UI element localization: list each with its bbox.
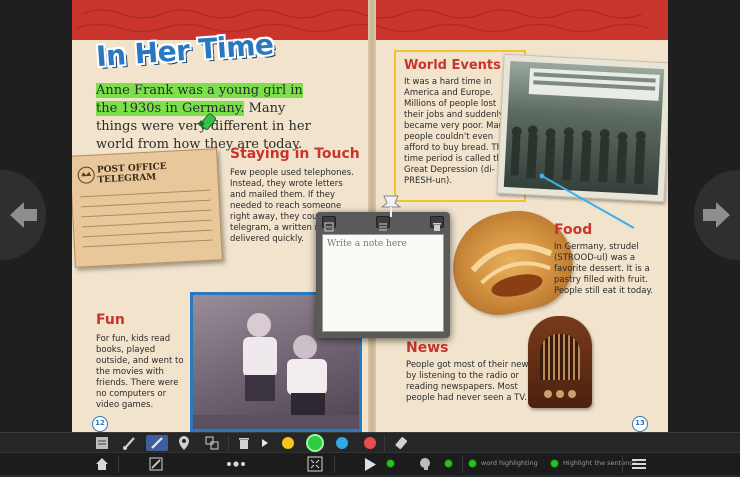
- right-page-number: 13: [632, 416, 648, 432]
- speaker-head-icon: [420, 458, 430, 470]
- location-pin-icon: [179, 436, 189, 450]
- annotation-toolbar: [0, 432, 740, 453]
- food-heading: Food: [554, 222, 593, 238]
- bottom-navigation-bar: word highlighting Highlight the sentence: [0, 452, 740, 475]
- sentence-highlight-toggle[interactable]: [550, 459, 559, 468]
- radio-knob: [568, 390, 576, 398]
- highlight-sentence-label: Highlight the sentence: [563, 459, 637, 467]
- word-highlight-toggle[interactable]: [468, 459, 477, 468]
- color-swatch-red[interactable]: [364, 437, 376, 449]
- brush-icon: [123, 437, 135, 450]
- highlighter-cursor-icon: [198, 113, 217, 130]
- telegram-header: POST OFFICE TELEGRAM: [96, 161, 167, 186]
- shapes-tool-button[interactable]: [204, 435, 220, 451]
- trash-icon: [239, 438, 249, 449]
- fullscreen-button[interactable]: [306, 456, 324, 473]
- color-swatch-green-selected[interactable]: [306, 434, 324, 452]
- radio-knob: [556, 390, 564, 398]
- food-section: Food In Germany, strudel (STROOD-ul) was…: [554, 222, 664, 297]
- reader-stage: In Her Time Anne Frank was a young girl …: [0, 0, 740, 432]
- annotate-mode-button[interactable]: [148, 456, 164, 473]
- arrow-left-icon: [10, 202, 37, 228]
- bookmark-pin-button[interactable]: [176, 435, 192, 451]
- next-page-button[interactable]: [694, 170, 740, 260]
- arrow-right-icon: [703, 202, 730, 228]
- vintage-radio-image: [528, 316, 592, 408]
- news-section: News People got most of their news by li…: [406, 340, 546, 404]
- color-swatch-yellow[interactable]: [282, 437, 294, 449]
- main-menu-button[interactable]: [630, 456, 648, 473]
- voice-settings-button[interactable]: [418, 456, 434, 473]
- radio-grill: [540, 334, 580, 380]
- erase-all-button[interactable]: [236, 435, 252, 451]
- eraser-icon: [395, 437, 408, 450]
- note-expand-button[interactable]: [322, 216, 336, 232]
- previous-page-button[interactable]: [0, 170, 46, 260]
- voice-status-indicator: [444, 459, 453, 468]
- color-swatch-blue[interactable]: [336, 437, 348, 449]
- world-events-heading: World Events: [404, 58, 501, 73]
- highlighter-tool-button[interactable]: [146, 435, 168, 451]
- menu-icon: [379, 223, 387, 231]
- expand-icon: [324, 222, 334, 232]
- eraser-tool-button[interactable]: [394, 435, 410, 451]
- read-aloud-play-button[interactable]: [362, 456, 378, 473]
- news-heading: News: [406, 340, 449, 356]
- trash-icon: [433, 223, 441, 231]
- edit-note-icon: [149, 457, 163, 471]
- audio-status-indicator: [386, 459, 395, 468]
- home-icon: [96, 458, 108, 470]
- play-icon: [365, 458, 376, 471]
- news-body[interactable]: People got most of their news by listeni…: [406, 360, 546, 404]
- notes-tool-button[interactable]: [94, 435, 110, 451]
- note-delete-button[interactable]: [430, 216, 444, 231]
- play-small-icon: [262, 439, 268, 447]
- expand-colors-button[interactable]: [260, 435, 270, 451]
- crown-seal-icon: [77, 166, 95, 184]
- note-text-field[interactable]: [322, 234, 444, 332]
- page-thumbnails-button[interactable]: [224, 456, 248, 473]
- pen-icon: [151, 437, 163, 449]
- hamburger-menu-icon: [632, 459, 646, 469]
- home-button[interactable]: [94, 456, 110, 473]
- pushpin-icon[interactable]: [376, 192, 406, 218]
- brush-tool-button[interactable]: [122, 435, 138, 451]
- dots-icon: [227, 461, 245, 467]
- fun-section: Fun For fun, kids read books, played out…: [96, 312, 188, 411]
- fun-heading: Fun: [96, 312, 125, 328]
- staying-in-touch-heading: Staying in Touch: [230, 146, 360, 162]
- fullscreen-icon: [307, 456, 323, 472]
- radio-knob: [544, 390, 552, 398]
- telegram-image: POST OFFICE TELEGRAM: [72, 148, 223, 268]
- fun-body[interactable]: For fun, kids read books, played outside…: [96, 334, 188, 411]
- food-body[interactable]: In Germany, strudel (STROOD-ul) was a fa…: [554, 242, 664, 297]
- note-popup: [316, 212, 450, 338]
- shapes-icon: [205, 436, 219, 450]
- word-highlighting-label: word highlighting: [481, 459, 538, 467]
- left-page-number: 12: [92, 416, 108, 432]
- notepad-icon: [96, 437, 108, 449]
